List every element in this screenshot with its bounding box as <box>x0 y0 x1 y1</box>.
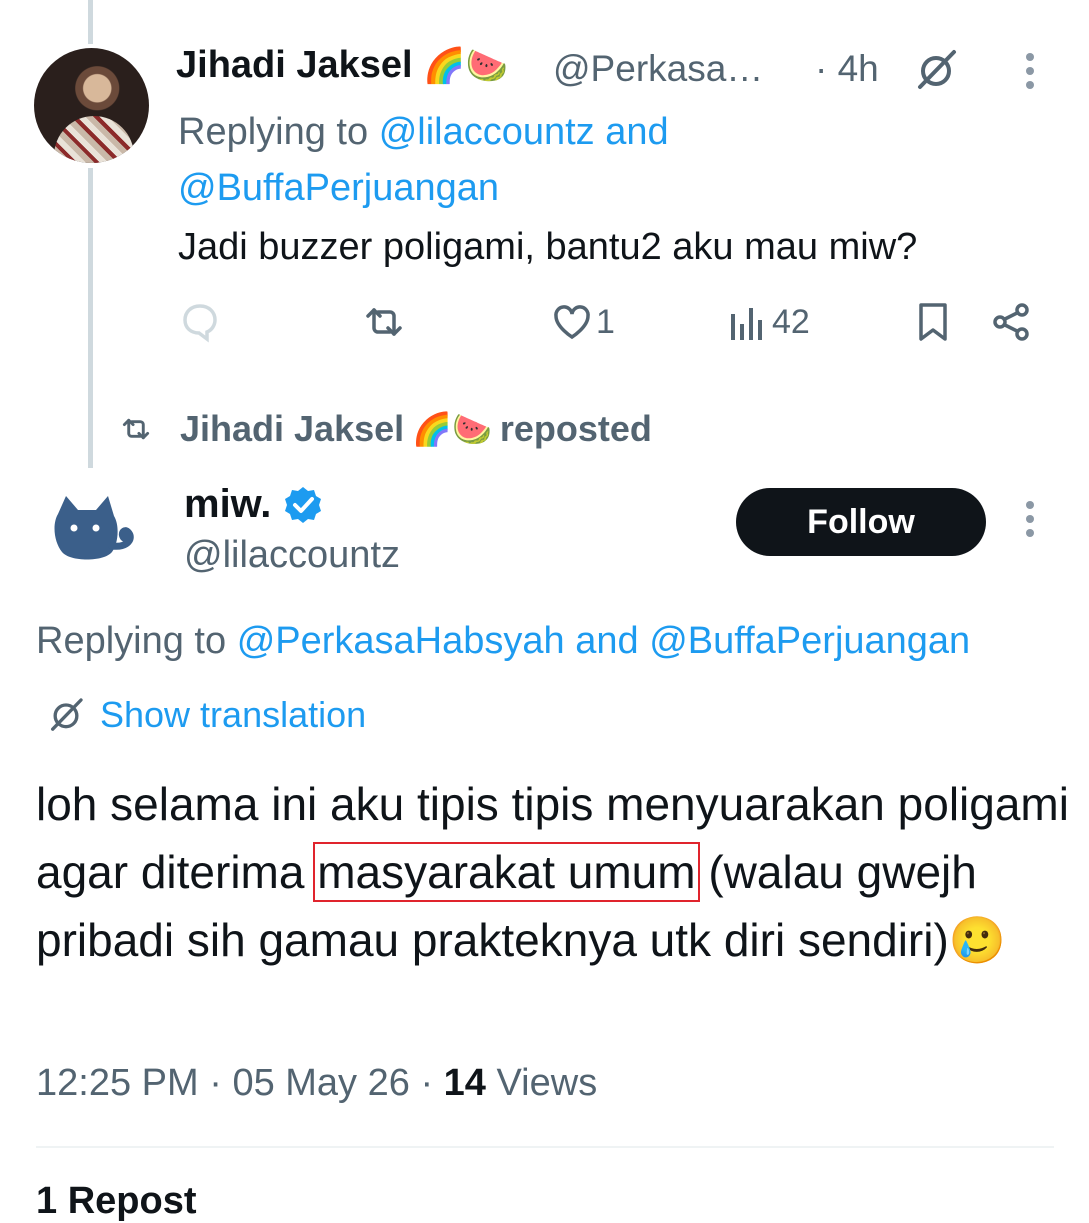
replying-to: Replying to @lilaccountz and @BuffaPerju… <box>178 104 798 216</box>
divider <box>36 1146 1054 1148</box>
author-name[interactable]: miw. <box>184 482 323 527</box>
grok-icon <box>51 698 83 731</box>
thread-line-top <box>88 0 93 44</box>
author-name-text: Jihadi Jaksel <box>176 44 413 86</box>
thread-line-bottom <box>88 168 93 468</box>
replying-prefix: Replying to <box>178 111 369 153</box>
replying-prefix: Replying to <box>36 620 227 662</box>
author-handle[interactable]: @lilaccountz <box>184 534 400 577</box>
view-count: 42 <box>772 302 810 341</box>
tweet-time[interactable]: 12:25 PM <box>36 1062 199 1104</box>
share-button[interactable] <box>990 300 1034 344</box>
views-count: 14 <box>443 1062 486 1104</box>
repost-emojis: 🌈🍉 <box>412 411 492 447</box>
share-icon <box>993 303 1029 341</box>
replying-to: Replying to @PerkasaHabsyah and @BuffaPe… <box>36 620 970 663</box>
more-icon[interactable] <box>1018 52 1042 97</box>
show-translation-label: Show translation <box>100 694 367 735</box>
tweet-time[interactable]: · 4h <box>815 48 879 90</box>
views-button[interactable]: 42 <box>728 300 810 344</box>
like-count: 1 <box>596 302 615 341</box>
follow-button[interactable]: Follow <box>736 488 986 556</box>
tweet-text: Jadi buzzer poligami, bantu2 aku mau miw… <box>178 226 918 268</box>
author-emojis: 🌈🍉 <box>423 47 508 85</box>
heart-icon <box>554 305 590 340</box>
like-button[interactable]: 1 <box>550 300 615 344</box>
verified-badge-icon <box>285 486 322 523</box>
bookmark-button[interactable] <box>912 300 954 344</box>
mention-link[interactable]: @BuffaPerjuangan <box>178 167 499 209</box>
avatar[interactable] <box>34 48 149 163</box>
bookmark-icon <box>919 303 947 341</box>
highlighted-phrase: masyarakat umum <box>313 842 700 902</box>
tweet-meta: 12:25 PM · 05 May 26 · 14 Views <box>36 1062 598 1104</box>
author-name-text: miw. <box>184 482 272 526</box>
repost-button[interactable] <box>360 300 408 344</box>
author-name[interactable]: Jihadi Jaksel 🌈🍉 <box>176 44 508 87</box>
replying-and: and <box>575 620 639 662</box>
more-icon[interactable] <box>1018 500 1042 545</box>
repost-banner[interactable]: Jihadi Jaksel 🌈🍉 reposted <box>118 408 652 450</box>
repost-icon <box>122 418 150 440</box>
analytics-icon <box>731 308 762 340</box>
repost-author: Jihadi Jaksel <box>180 408 405 449</box>
show-translation-link[interactable]: Show translation <box>46 694 366 736</box>
views-label: Views <box>496 1062 598 1104</box>
tweet-text: loh selama ini aku tipis tipis menyuarak… <box>36 770 1076 974</box>
tweet-emoji: 🥲 <box>948 914 1007 966</box>
repost-label: reposted <box>499 408 652 449</box>
tweet-date[interactable]: 05 May 26 <box>232 1062 409 1104</box>
grok-icon[interactable] <box>912 46 960 99</box>
repost-count-cut[interactable]: 1 Repost <box>36 1180 196 1223</box>
repost-icon <box>366 308 402 336</box>
mention-link[interactable]: @BuffaPerjuangan <box>649 620 970 662</box>
avatar[interactable] <box>48 494 140 574</box>
mention-link[interactable]: @PerkasaHabsyah <box>237 620 565 662</box>
reply-icon <box>183 304 217 343</box>
replying-and: and <box>605 111 669 153</box>
reply-button[interactable] <box>178 300 222 344</box>
author-handle[interactable]: @Perkasa… <box>553 48 763 90</box>
mention-link[interactable]: @lilaccountz <box>379 111 595 153</box>
